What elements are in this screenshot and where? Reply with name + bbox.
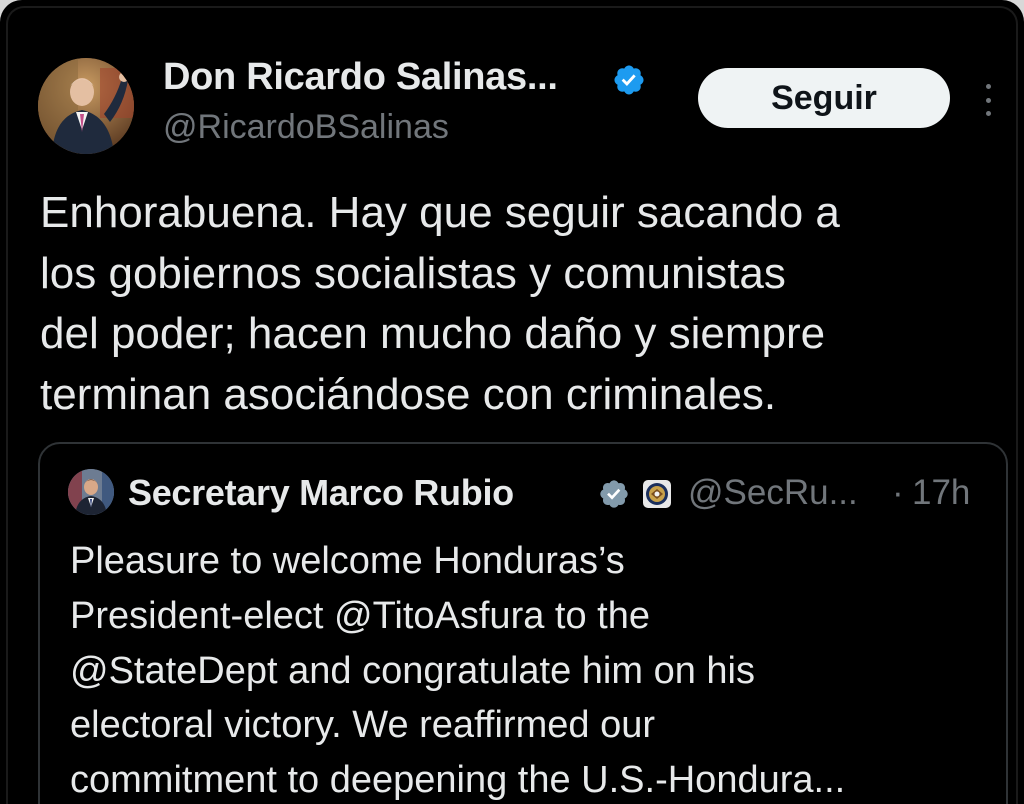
tweet-text-line: terminan asociándose con criminales.	[40, 369, 777, 419]
tweet-text-line: del poder; hacen mucho daño y siempre	[40, 309, 826, 358]
verified-badge-icon	[614, 65, 644, 95]
quoted-tweet[interactable]: Secretary Marco Rubio @SecRu... · 17h Pl…	[38, 442, 1008, 804]
state-department-seal-icon	[643, 480, 671, 508]
quoted-text-line: @StateDept and congratulate him on his	[70, 649, 755, 692]
quoted-text-line: commitment to deepening the U.S.-Hondura…	[70, 759, 846, 802]
quoted-timestamp[interactable]: 17h	[912, 473, 970, 513]
author-name[interactable]: Don Ricardo Salinas...	[163, 56, 558, 99]
tweet-card: Don Ricardo Salinas... @RicardoBSalinas …	[6, 6, 1018, 804]
more-dot	[985, 111, 991, 116]
tweet-text-line: los gobiernos socialistas y comunistas	[40, 248, 786, 298]
quoted-avatar-photo	[68, 469, 114, 515]
author-avatar[interactable]	[38, 58, 134, 154]
separator-dot: ·	[892, 473, 904, 512]
follow-button[interactable]: Seguir	[698, 68, 950, 128]
more-dot	[985, 84, 991, 89]
quoted-text-line: President-elect @TitoAsfura to the	[70, 594, 650, 637]
author-handle[interactable]: @RicardoBSalinas	[163, 108, 449, 147]
quoted-text-line: electoral victory. We reaffirmed our	[70, 704, 655, 747]
quoted-text-line: Pleasure to welcome Honduras’s	[70, 540, 625, 582]
more-dot	[985, 97, 991, 103]
tweet-text: Enhorabuena. Hay que seguir sacando a lo…	[40, 183, 1000, 425]
quoted-author-name[interactable]: Secretary Marco Rubio	[128, 472, 514, 514]
quoted-author-handle[interactable]: @SecRu...	[688, 473, 858, 513]
more-vertical-icon[interactable]	[974, 80, 1002, 120]
quoted-tweet-text: Pleasure to welcome Honduras’s President…	[70, 534, 1000, 804]
verified-badge-gray-icon	[600, 480, 628, 508]
screenshot-frame: Don Ricardo Salinas... @RicardoBSalinas …	[0, 0, 1024, 804]
tweet-text-line: Enhorabuena. Hay que seguir sacando a	[40, 188, 840, 237]
avatar-photo	[38, 58, 134, 154]
quoted-author-avatar[interactable]	[68, 469, 114, 515]
